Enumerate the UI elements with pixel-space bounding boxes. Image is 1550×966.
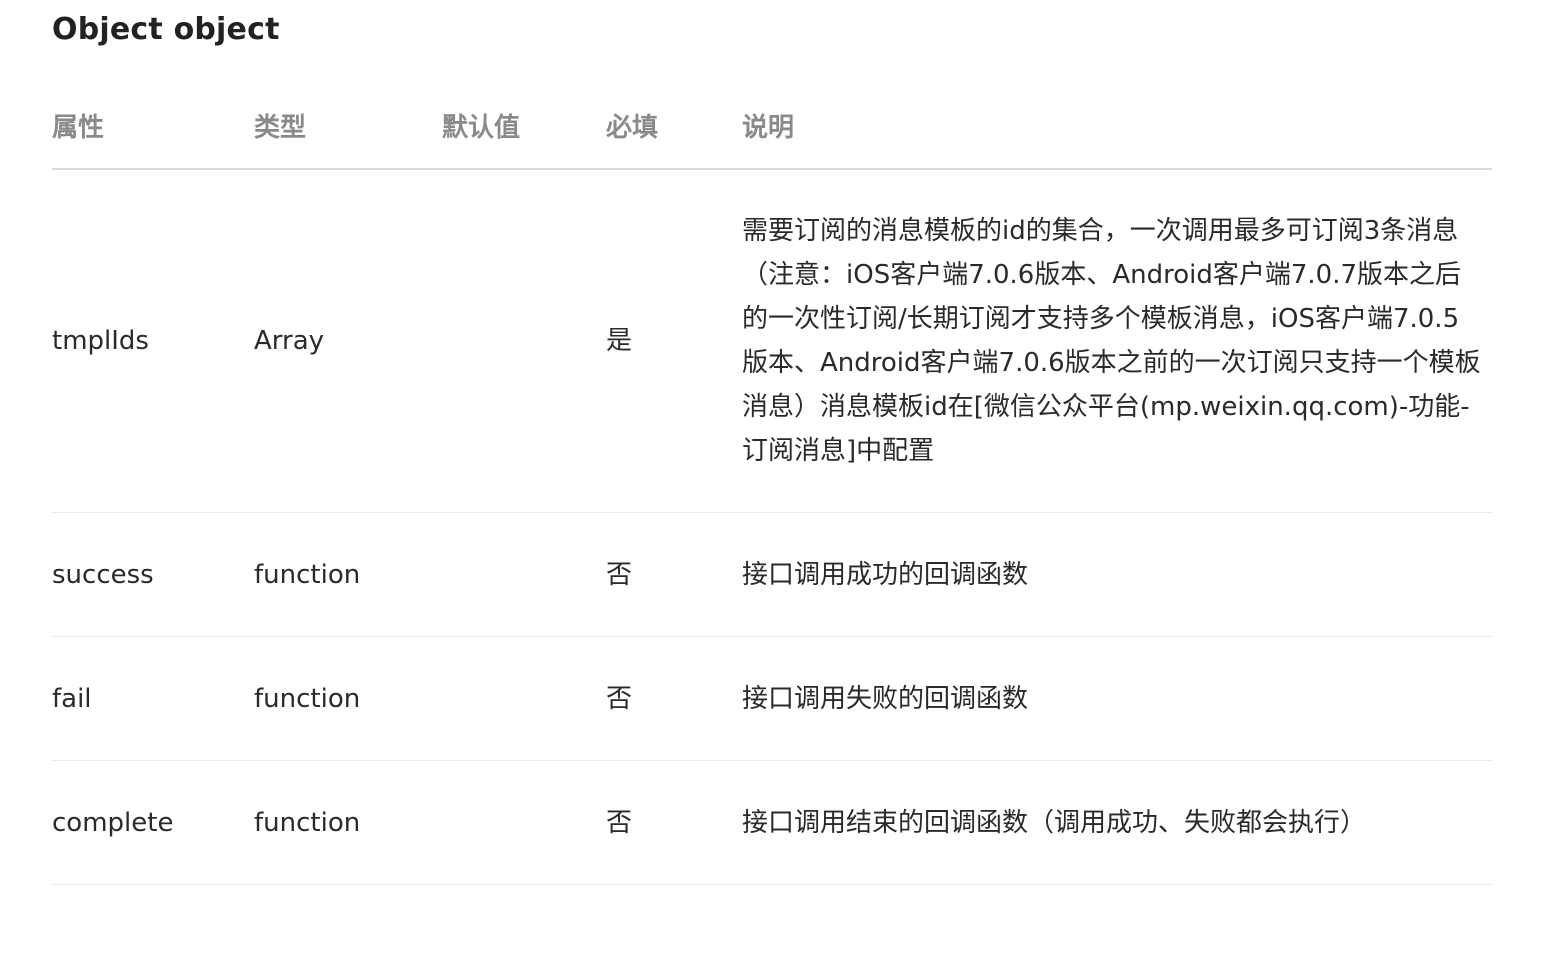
cell-property: tmplIds xyxy=(52,326,149,356)
cell-property: complete xyxy=(52,807,174,838)
table-row: fail function 否 接口调用失败的回调函数 xyxy=(52,637,1492,761)
cell-description: 接口调用结束的回调函数（调用成功、失败都会执行） xyxy=(742,801,1492,845)
document-page: Object object 属性 类型 默认值 必填 说明 tmplIds Ar… xyxy=(0,0,1550,966)
section-title: Object object xyxy=(52,12,280,47)
description-text: 接口调用结束的回调函数（调用成功、失败都会执行） xyxy=(742,807,1367,838)
cell-property: success xyxy=(52,559,154,590)
cell-description: 接口调用失败的回调函数 xyxy=(742,677,1492,721)
table-row: complete function 否 接口调用结束的回调函数（调用成功、失败都… xyxy=(52,761,1492,885)
cell-required: 否 xyxy=(606,807,633,838)
header-type: 类型 xyxy=(254,113,307,143)
cell-required: 是 xyxy=(606,326,633,356)
table-row: success function 否 接口调用成功的回调函数 xyxy=(52,513,1492,637)
cell-type: function xyxy=(254,683,361,714)
description-text: 需要订阅的消息模板的id的集合，一次调用最多可订阅3条消息（注意：iOS客户端7… xyxy=(742,216,1481,466)
header-description: 说明 xyxy=(742,113,795,143)
parameters-table: 属性 类型 默认值 必填 说明 tmplIds Array 是 需要订阅的消息模… xyxy=(52,88,1492,885)
cell-description: 接口调用成功的回调函数 xyxy=(742,553,1492,597)
table-header-row: 属性 类型 默认值 必填 说明 xyxy=(52,88,1492,170)
cell-property: fail xyxy=(52,683,92,714)
cell-description: 需要订阅的消息模板的id的集合，一次调用最多可订阅3条消息（注意：iOS客户端7… xyxy=(742,209,1492,473)
cell-type: Array xyxy=(254,326,325,356)
header-default: 默认值 xyxy=(442,113,521,143)
header-required: 必填 xyxy=(606,113,659,143)
cell-required: 否 xyxy=(606,683,633,714)
cell-required: 否 xyxy=(606,559,633,590)
description-text: 接口调用失败的回调函数 xyxy=(742,683,1029,714)
cell-type: function xyxy=(254,807,361,838)
cell-type: function xyxy=(254,559,361,590)
header-property: 属性 xyxy=(52,113,105,143)
description-text: 接口调用成功的回调函数 xyxy=(742,559,1029,590)
table-row: tmplIds Array 是 需要订阅的消息模板的id的集合，一次调用最多可订… xyxy=(52,170,1492,513)
